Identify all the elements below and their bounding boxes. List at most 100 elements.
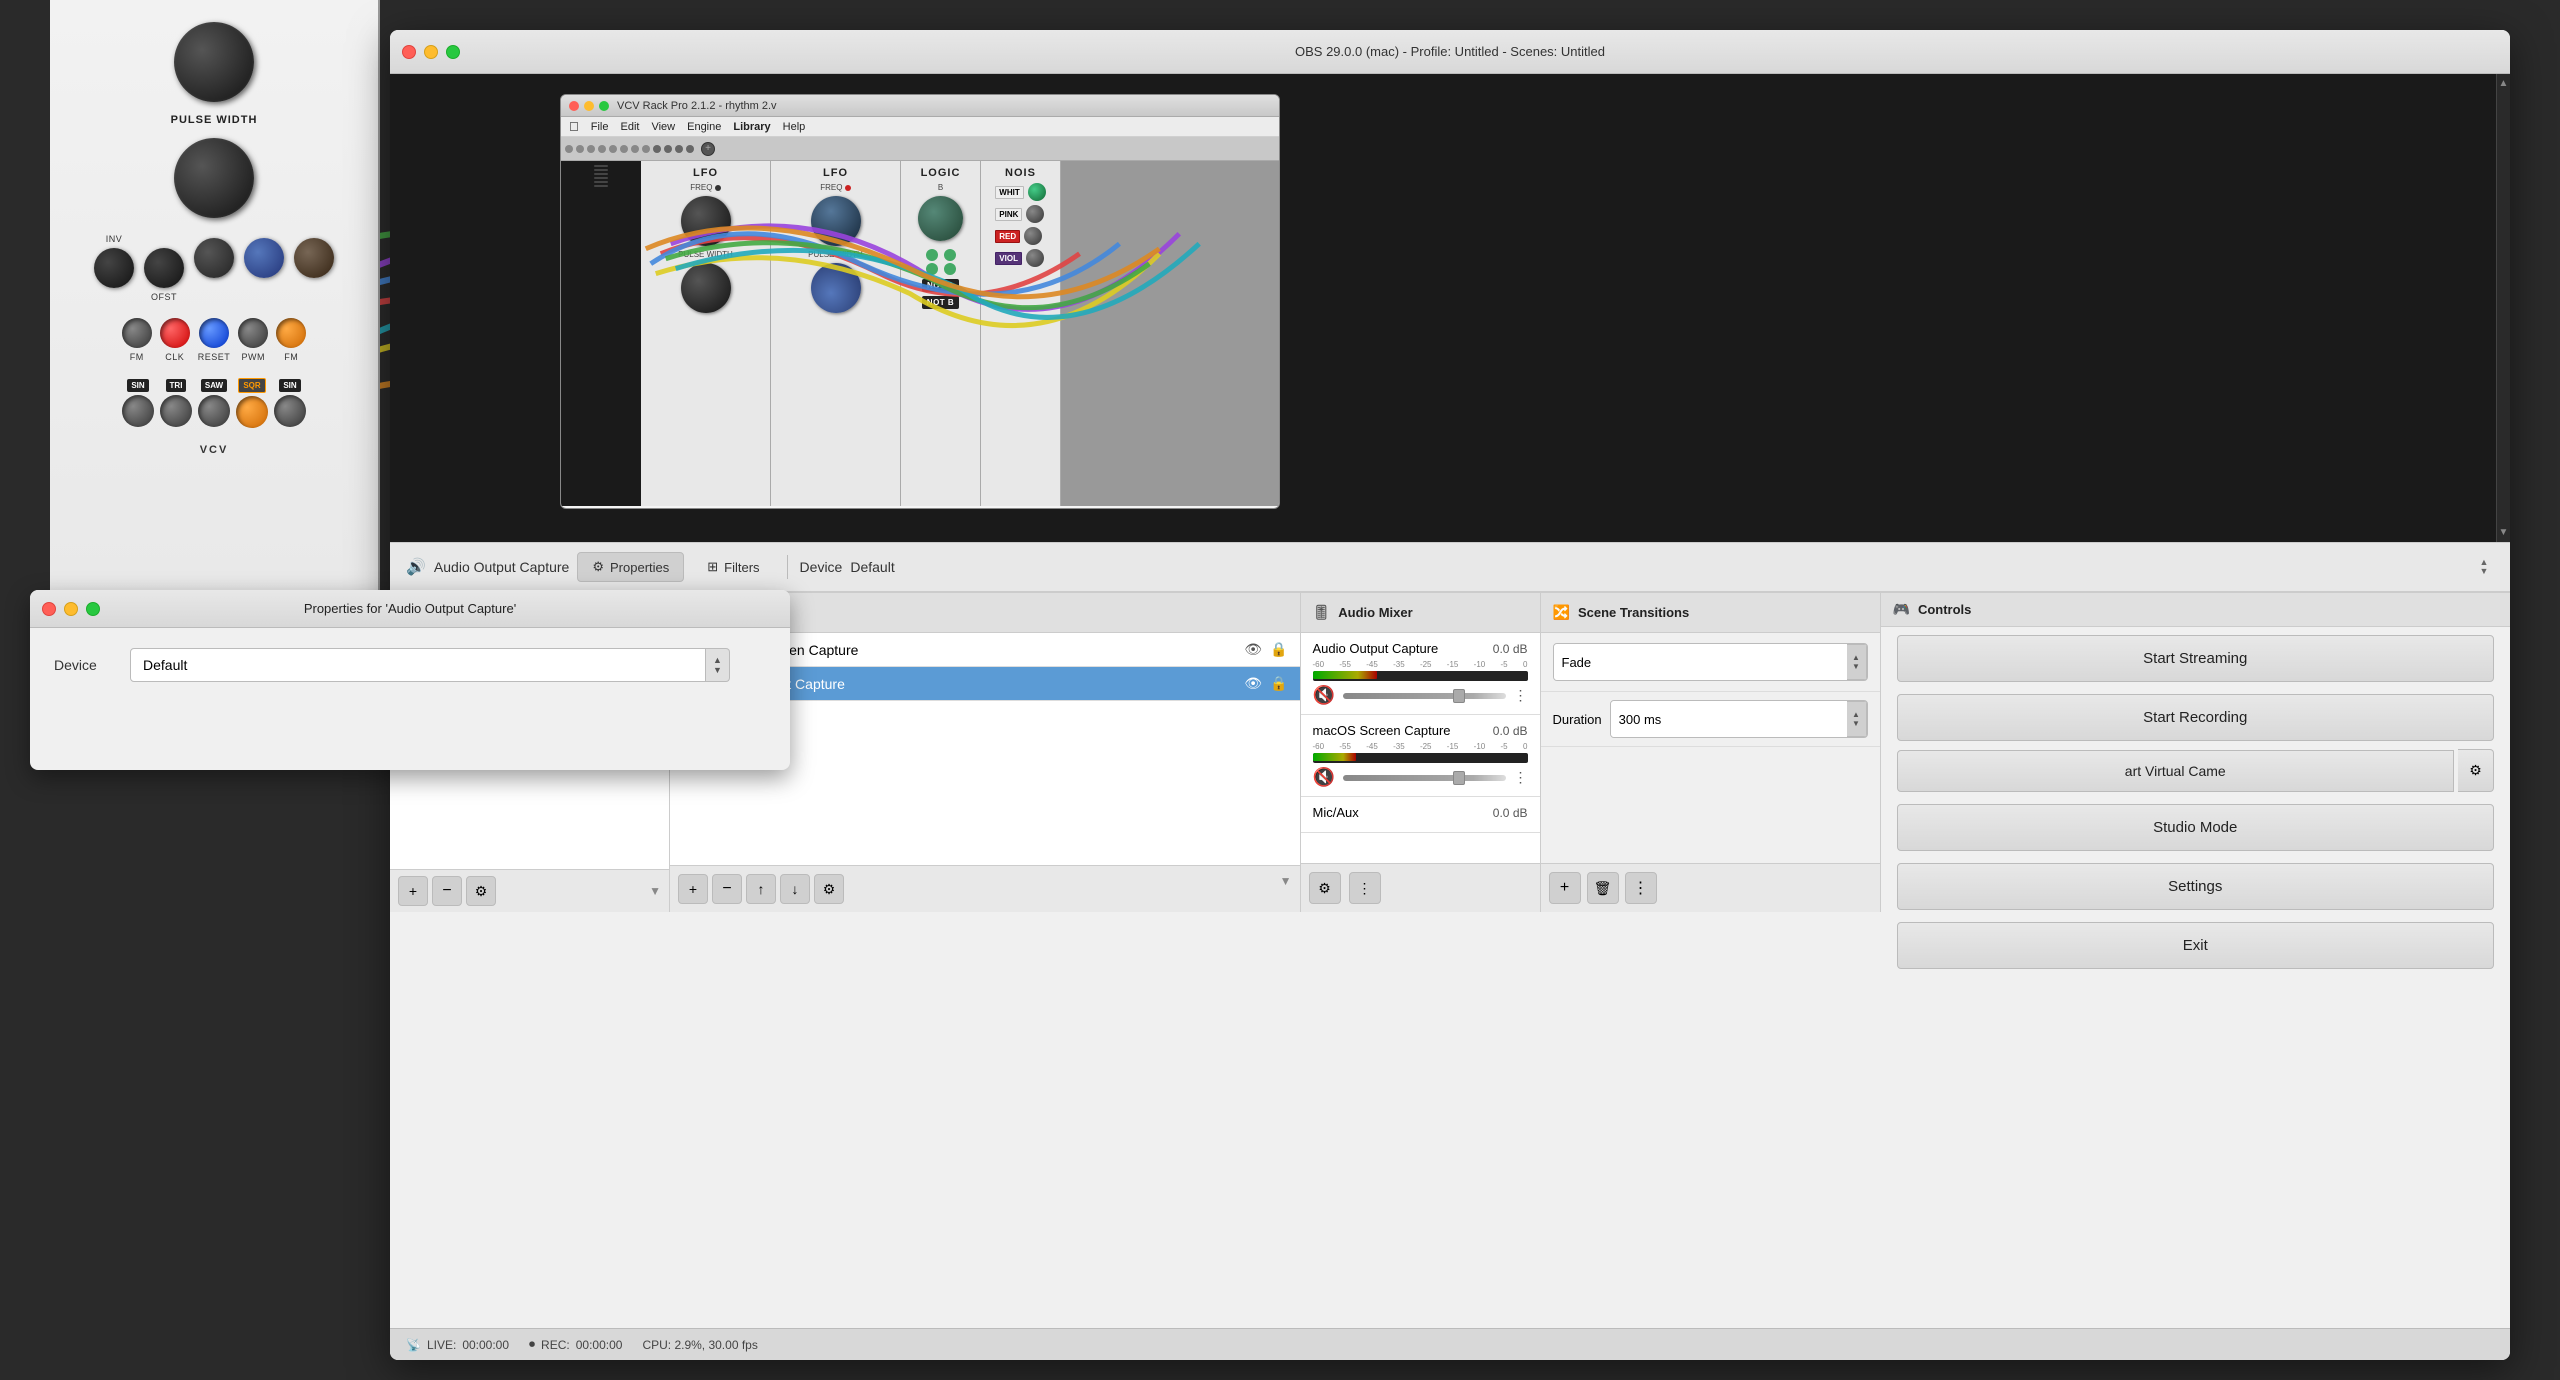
dialog-min-btn[interactable] xyxy=(64,602,78,616)
reset-port[interactable] xyxy=(199,318,229,348)
device-tab-label[interactable]: Device xyxy=(800,559,843,575)
scenes-collapse-btn[interactable]: ▼ xyxy=(649,884,661,898)
pwm-knob[interactable] xyxy=(194,238,234,278)
audio-output-menu-btn[interactable]: ⋮ xyxy=(1514,687,1528,704)
sin-port[interactable] xyxy=(122,395,154,427)
vcv-menu-engine[interactable]: Engine xyxy=(687,121,721,133)
transitions-menu-btn[interactable]: ⋮ xyxy=(1625,872,1657,904)
sin2-port[interactable] xyxy=(274,395,306,427)
audio-output-mute-btn[interactable]: 🔇 xyxy=(1313,685,1335,706)
sources-collapse-btn[interactable]: ▼ xyxy=(1280,874,1292,904)
scenes-filter-btn[interactable]: ⚙ xyxy=(466,876,496,906)
dialog-select-arrow[interactable]: ▲ ▼ xyxy=(706,648,730,682)
rec-icon: ⏺ xyxy=(529,1337,535,1352)
maximize-button[interactable] xyxy=(446,45,460,59)
controls-icon: 🎮 xyxy=(1893,601,1910,618)
duration-input-wrapper: ▲ ▼ xyxy=(1610,700,1868,738)
transitions-delete-btn[interactable]: 🗑 xyxy=(1587,872,1619,904)
close-button[interactable] xyxy=(402,45,416,59)
clk-port[interactable] xyxy=(160,318,190,348)
properties-tab[interactable]: ⚙ Properties xyxy=(577,552,684,582)
vcv-menu-edit[interactable]: Edit xyxy=(620,121,639,133)
screen-capture-lock-btn[interactable]: 🔒 xyxy=(1270,641,1287,658)
vcv-menu-view[interactable]: View xyxy=(651,121,675,133)
fm-port[interactable] xyxy=(122,318,152,348)
lfo-module-2: LFO FREQ PULSE WIDTH xyxy=(771,161,901,506)
logic-b-knob[interactable] xyxy=(918,196,963,241)
settings-button[interactable]: Settings xyxy=(1897,863,2495,910)
audio-fader-row-1: 🔇 ⋮ xyxy=(1313,685,1528,706)
sources-add-btn[interactable]: + xyxy=(678,874,708,904)
audio-screen-menu-btn[interactable]: ⋮ xyxy=(1514,769,1528,786)
audio-screen-fader[interactable] xyxy=(1343,775,1506,781)
preview-scrollbar[interactable]: ▲ ▼ xyxy=(2496,74,2510,542)
audio-capture-eye-btn[interactable]: 👁 xyxy=(1244,675,1262,692)
sources-up-btn[interactable]: ↑ xyxy=(746,874,776,904)
ofst-knob[interactable] xyxy=(144,248,184,288)
minimize-button[interactable] xyxy=(424,45,438,59)
preview-scroll-down[interactable]: ▼ xyxy=(2499,527,2509,538)
pwm-port[interactable] xyxy=(238,318,268,348)
dialog-max-btn[interactable] xyxy=(86,602,100,616)
vcv-menu-help[interactable]: Help xyxy=(783,121,806,133)
vcv-menu-file[interactable]: File xyxy=(591,121,609,133)
audio-output-fader[interactable] xyxy=(1343,693,1506,699)
sources-gear-btn[interactable]: ⚙ xyxy=(814,874,844,904)
start-recording-button[interactable]: Start Recording xyxy=(1897,694,2495,741)
audio-mixer-gear-btn[interactable]: ⚙ xyxy=(1309,872,1341,904)
exit-button[interactable]: Exit xyxy=(1897,922,2495,969)
cpu-status: CPU: 2.9%, 30.00 fps xyxy=(642,1338,757,1352)
saw-port[interactable] xyxy=(198,395,230,427)
vcv-min-dot xyxy=(584,101,594,111)
cpu-label: CPU: 2.9%, 30.00 fps xyxy=(642,1338,757,1352)
vcv-brand: VCV xyxy=(200,444,229,456)
audio-mixer-icon: 🎚 xyxy=(1313,604,1331,621)
audio-mixer-menu-btn[interactable]: ⋮ xyxy=(1349,872,1381,904)
transition-select-arrow[interactable]: ▲ ▼ xyxy=(1847,644,1867,680)
lfo1-pw-knob[interactable] xyxy=(681,263,731,313)
audio-screen-mute-btn[interactable]: 🔇 xyxy=(1313,767,1335,788)
duration-input[interactable] xyxy=(1611,701,1847,737)
transition-type-select[interactable]: Fade xyxy=(1554,644,1847,680)
transitions-add-btn[interactable]: + xyxy=(1549,872,1581,904)
not-b-label: NOT B xyxy=(922,296,959,309)
lfo2-pw-knob[interactable] xyxy=(811,263,861,313)
default-tab-label[interactable]: Default xyxy=(850,559,894,575)
sqr-port[interactable] xyxy=(236,396,268,428)
scenes-remove-btn[interactable]: − xyxy=(432,876,462,906)
props-scroll-arrows[interactable]: ▲ ▼ xyxy=(2474,547,2494,587)
audio-fader-row-2: 🔇 ⋮ xyxy=(1313,767,1528,788)
tri-port[interactable] xyxy=(160,395,192,427)
sources-remove-btn[interactable]: − xyxy=(712,874,742,904)
dialog-device-select[interactable]: Default xyxy=(130,648,706,682)
pulse-width-knob-top[interactable] xyxy=(174,22,254,102)
fm3-port[interactable] xyxy=(276,318,306,348)
audio-capture-lock-btn[interactable]: 🔒 xyxy=(1270,675,1287,692)
fm2-knob[interactable] xyxy=(244,238,284,278)
filters-tab[interactable]: ⊞ Filters xyxy=(692,552,774,582)
screen-capture-eye-btn[interactable]: 👁 xyxy=(1244,641,1262,658)
lfo1-freq-knob[interactable] xyxy=(681,196,731,246)
audio-screen-name: macOS Screen Capture xyxy=(1313,723,1451,738)
lfo2-freq-knob[interactable] xyxy=(811,196,861,246)
studio-mode-button[interactable]: Studio Mode xyxy=(1897,804,2495,851)
sources-down-btn[interactable]: ↓ xyxy=(780,874,810,904)
scenes-add-btn[interactable]: + xyxy=(398,876,428,906)
obs-properties-bar: 🔊 Audio Output Capture ⚙ Properties ⊞ Fi… xyxy=(390,542,2510,592)
start-streaming-button[interactable]: Start Streaming xyxy=(1897,635,2495,682)
virtual-camera-row: art Virtual Came ⚙ xyxy=(1897,749,2495,792)
duration-arrows[interactable]: ▲ ▼ xyxy=(1847,701,1867,737)
pulse-width-knob-bottom[interactable] xyxy=(174,138,254,218)
vcv-inner-titlebar: VCV Rack Pro 2.1.2 - rhythm 2.v xyxy=(561,95,1279,117)
dialog-close-btn[interactable] xyxy=(42,602,56,616)
virtual-camera-button[interactable]: art Virtual Came xyxy=(1897,750,2455,792)
vcv-menu-library[interactable]: Library xyxy=(733,121,770,133)
transitions-empty xyxy=(1541,747,1880,863)
vcv-inner-traffic xyxy=(569,101,609,111)
dialog-title: Properties for 'Audio Output Capture' xyxy=(304,601,516,616)
inv-knob[interactable] xyxy=(94,248,134,288)
audio-channel-output: Audio Output Capture 0.0 dB -60-55-45-35… xyxy=(1301,633,1540,715)
virtual-camera-gear-btn[interactable]: ⚙ xyxy=(2458,749,2494,792)
ext-knob[interactable] xyxy=(294,238,334,278)
preview-scroll-up[interactable]: ▲ xyxy=(2499,78,2509,89)
